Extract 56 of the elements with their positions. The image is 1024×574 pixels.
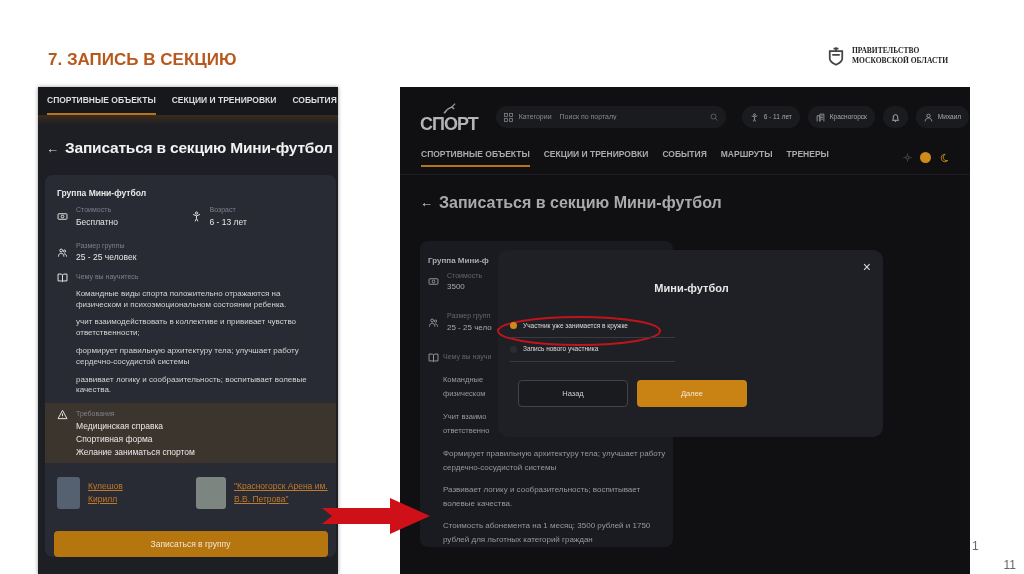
building-icon [815, 112, 825, 122]
user-icon [923, 112, 933, 122]
paragraph: Формирует правильную архитектуру тела; улучшает работу сердечно-сосудистой системы [443, 447, 667, 474]
slide-title: 7. ЗАПИСЬ В СЕКЦИЮ [48, 50, 237, 71]
nav-tab[interactable]: СОБЫТИЯ [292, 93, 337, 115]
notifications-button[interactable] [882, 106, 908, 128]
info-value: 25 - 25 чело [447, 321, 492, 334]
banknote-icon [57, 211, 68, 223]
page-heading: Записаться в секцию Мини-футбол [439, 193, 722, 213]
bell-icon [890, 112, 900, 122]
nav-tab[interactable]: СЕКЦИИ И ТРЕНИРОВКИ [543, 147, 649, 168]
site-logo: СПОРТ [420, 115, 478, 133]
back-arrow[interactable]: ← [46, 139, 59, 159]
nav-tab[interactable]: ТРЕНЕРЫ [786, 147, 829, 168]
book-icon [57, 271, 68, 283]
banknote-icon [428, 276, 439, 288]
people-icon [428, 316, 439, 328]
paragraph: развивает логику и сообразительность; воспитывает волевые качества. [76, 374, 308, 397]
info-value: 6 - 13 лет [209, 215, 247, 229]
requirement-item: Спортивная форма [76, 432, 154, 446]
theme-toggle[interactable] [920, 152, 931, 163]
child-figure-icon [190, 211, 202, 223]
info-value: 3500 [447, 281, 466, 293]
paragraph: Стоимость абонемента на 1 месяц: 3500 рублей и 1750 рублей для льготных категорий граждан [443, 519, 652, 546]
people-icon [57, 246, 68, 258]
close-button[interactable]: × [862, 260, 871, 274]
moon-icon [939, 152, 949, 163]
group-title: Группа Мини-футбол [57, 186, 148, 200]
requirement-item: Медицинская справка [76, 419, 165, 433]
paragraph: Командные виды спорта положительно отражаются на физическом и психоэмоциональном состоянии ребенка. [76, 288, 288, 311]
venue-link[interactable]: "Красногорск Арена им. В.В. Петрова" [234, 480, 334, 506]
coach-link[interactable]: Кулешов Кирилл [88, 480, 138, 506]
grid-icon [503, 112, 513, 122]
nav-tab[interactable]: СОБЫТИЯ [662, 147, 707, 168]
back-arrow[interactable]: ← [420, 193, 433, 213]
child-figure-icon [749, 112, 759, 122]
sun-icon [903, 153, 912, 162]
paragraph: Развивает логику и сообразительность; воспитывает волевые качества. [443, 483, 642, 510]
requirement-item: Желание заниматься спортом [76, 445, 195, 459]
info-value: 25 - 25 человек [76, 251, 137, 264]
modal-title: Мини-футбол [653, 281, 730, 296]
page-heading: Записаться в секцию Мини-футбол [65, 139, 333, 159]
photo-placeholder [196, 477, 226, 510]
warning-icon [57, 409, 68, 421]
page-number: 11 [1003, 557, 1016, 574]
nav-tab[interactable]: СЕКЦИИ И ТРЕНИРОВКИ [171, 93, 277, 115]
paragraph: формирует правильную архитектуру тела; улучшает работу сердечно-сосудистой системы [76, 345, 300, 368]
nav-tab[interactable]: МАРШРУТЫ [720, 147, 773, 168]
group-title: Группа Мини-ф [428, 254, 490, 267]
nav-tab[interactable]: СПОРТИВНЫЕ ОБЪЕКТЫ [421, 147, 530, 168]
paragraph: учит взаимодействовать в коллективе и прививает чувство ответственности; [76, 317, 297, 339]
search-icon [709, 113, 718, 121]
photo-placeholder [57, 477, 80, 510]
page-number: 1 [972, 538, 979, 555]
info-value: Бесплатно [76, 215, 118, 229]
book-icon [428, 351, 439, 363]
